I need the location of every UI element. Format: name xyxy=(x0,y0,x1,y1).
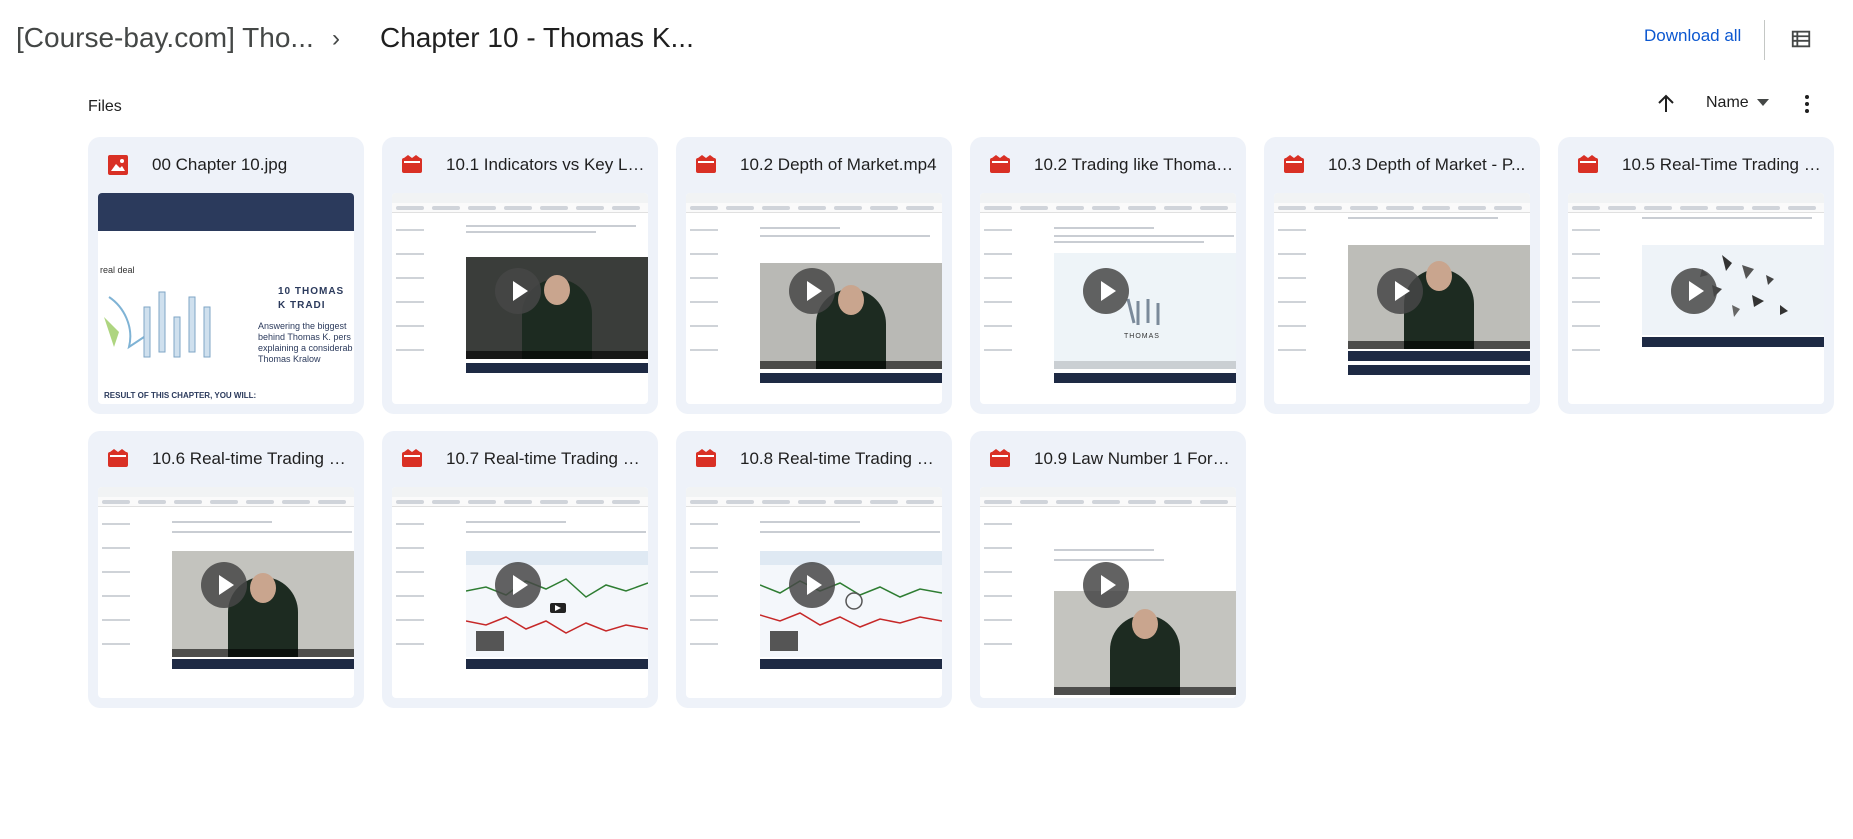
trading-chart-icon xyxy=(760,551,942,651)
file-name: 10.8 Real-time Trading E... xyxy=(740,449,940,468)
file-name: 10.1 Indicators vs Key Le... xyxy=(446,155,646,174)
arrow-up-icon[interactable] xyxy=(1654,92,1678,116)
file-thumbnail xyxy=(1568,193,1824,404)
trading-chart-icon xyxy=(466,551,648,651)
file-thumbnail xyxy=(686,193,942,404)
file-card[interactable]: 10.2 Depth of Market.mp4 xyxy=(676,137,952,414)
header: [Course-bay.com] Tho... › Chapter 10 - T… xyxy=(0,0,1853,84)
more-vertical-icon[interactable] xyxy=(1795,92,1819,116)
caret-down-icon xyxy=(1756,99,1769,106)
file-name: 10.2 Trading like Thomas ... xyxy=(1034,155,1234,174)
thumb-sub: real deal xyxy=(100,265,135,275)
file-thumbnail xyxy=(392,487,648,698)
video-file-icon xyxy=(990,449,1010,467)
file-card[interactable]: 10.8 Real-time Trading E... xyxy=(676,431,952,708)
video-file-icon xyxy=(402,155,422,173)
file-name: 10.3 Depth of Market - P... xyxy=(1328,155,1526,174)
thumb-heading: 10 THOMAS K TRADI xyxy=(278,286,345,311)
file-card[interactable]: 10.6 Real-time Trading E... xyxy=(88,431,364,708)
sort-by-name-button[interactable]: Name xyxy=(1706,94,1769,112)
file-name: 00 Chapter 10.jpg xyxy=(152,155,288,174)
thumb-footer: RESULT OF THIS CHAPTER, YOU WILL: xyxy=(104,391,257,400)
video-file-icon xyxy=(402,449,422,467)
file-card[interactable]: 00 Chapter 10.jpg real deal 10 THOMAS K … xyxy=(88,137,364,414)
file-thumbnail xyxy=(980,487,1236,698)
files-section-label: Files xyxy=(88,98,122,115)
thumb-logo-text: THOMAS xyxy=(1124,333,1160,340)
file-thumbnail xyxy=(1274,193,1530,404)
play-icon xyxy=(495,562,541,608)
breadcrumb-current[interactable]: Chapter 10 - Thomas K... xyxy=(380,22,694,54)
file-name: 10.6 Real-time Trading E... xyxy=(152,449,352,468)
breadcrumb-parent[interactable]: [Course-bay.com] Tho... xyxy=(16,22,314,54)
video-file-icon xyxy=(1284,155,1304,173)
image-file-icon xyxy=(108,155,128,175)
file-thumbnail xyxy=(392,193,648,404)
shards-illustration-icon xyxy=(1700,255,1788,317)
video-file-icon xyxy=(108,449,128,467)
file-name: 10.2 Depth of Market.mp4 xyxy=(740,155,937,174)
play-icon xyxy=(1671,268,1717,314)
play-icon xyxy=(789,268,835,314)
file-thumbnail: THOMAS xyxy=(980,193,1236,404)
file-card[interactable]: 10.2 Trading like Thomas ... THOMAS xyxy=(970,137,1246,414)
breadcrumb-separator-icon: › xyxy=(332,25,340,52)
file-card[interactable]: 10.1 Indicators vs Key Le... xyxy=(382,137,658,414)
file-name: 10.9 Law Number 1 For C... xyxy=(1034,449,1234,468)
file-thumbnail xyxy=(686,487,942,698)
play-icon xyxy=(1083,268,1129,314)
play-icon xyxy=(1377,268,1423,314)
file-name: 10.7 Real-time Trading E... xyxy=(446,449,646,468)
thumb-body: Answering the biggest behind Thomas K. p… xyxy=(258,321,353,364)
file-thumbnail xyxy=(98,487,354,698)
chart-illustration-icon xyxy=(104,291,211,358)
play-icon xyxy=(495,268,541,314)
file-thumbnail: real deal 10 THOMAS K TRADI Answering th… xyxy=(98,193,354,404)
download-all-button[interactable]: Download all xyxy=(1644,26,1741,46)
play-icon xyxy=(789,562,835,608)
video-file-icon xyxy=(990,155,1010,173)
file-name: 10.5 Real-Time Trading E... xyxy=(1622,155,1822,174)
play-icon xyxy=(1083,562,1129,608)
video-file-icon xyxy=(696,449,716,467)
list-view-icon[interactable] xyxy=(1790,28,1812,50)
file-card[interactable]: 10.3 Depth of Market - P... xyxy=(1264,137,1540,414)
video-file-icon xyxy=(696,155,716,173)
file-card[interactable]: 10.7 Real-time Trading E... xyxy=(382,431,658,708)
file-card[interactable]: 10.9 Law Number 1 For C... xyxy=(970,431,1246,708)
thomas-logo-icon xyxy=(1126,298,1160,325)
toolbar-divider xyxy=(1764,20,1765,60)
sort-field-label: Name xyxy=(1706,94,1749,111)
video-file-icon xyxy=(1578,155,1598,173)
play-icon xyxy=(201,562,247,608)
file-card[interactable]: 10.5 Real-Time Trading E... xyxy=(1558,137,1834,414)
